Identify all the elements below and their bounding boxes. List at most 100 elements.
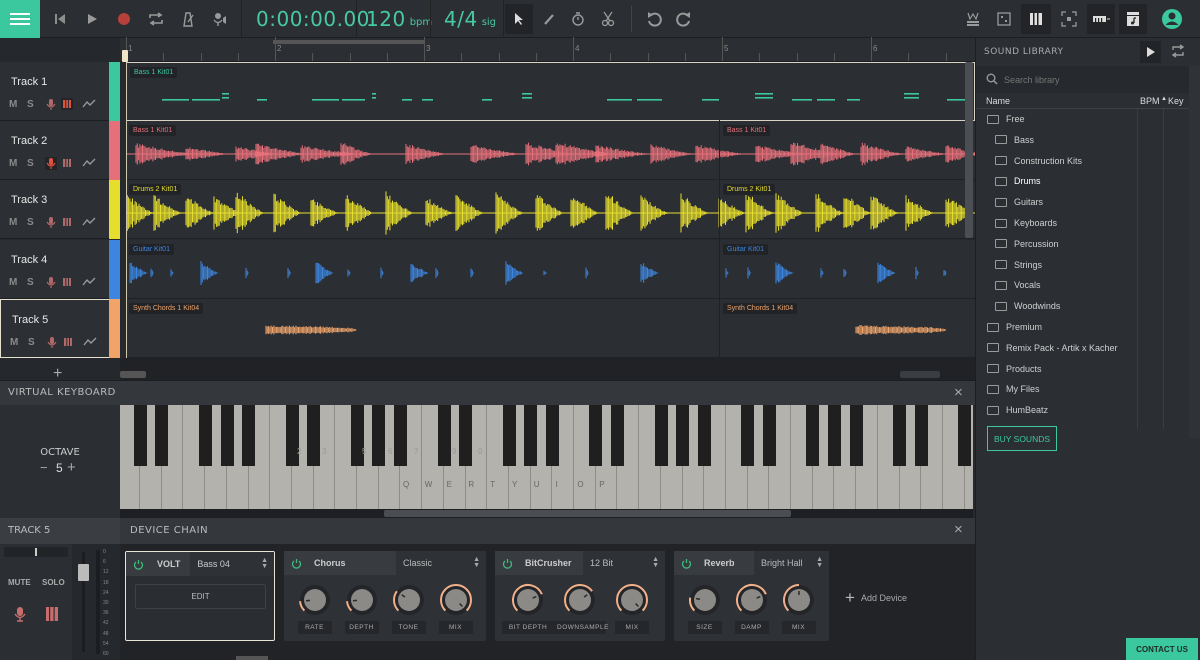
library-folder[interactable]: Bass <box>995 135 1034 145</box>
midi-note[interactable] <box>637 99 662 101</box>
black-key[interactable] <box>285 405 299 466</box>
time-signature-display[interactable]: 4/4 sig <box>430 0 504 38</box>
library-preview-play-button[interactable] <box>1140 41 1161 63</box>
clip-label[interactable]: Drums 2 Kit01 <box>723 184 776 196</box>
midi-note[interactable] <box>522 97 532 99</box>
midi-note[interactable] <box>402 99 412 101</box>
midi-note[interactable] <box>904 93 919 95</box>
knob-dial[interactable] <box>563 583 597 617</box>
column-key[interactable]: Key <box>1168 96 1184 106</box>
column-bpm[interactable]: BPM <box>1140 96 1160 106</box>
fx-button[interactable] <box>1058 8 1080 30</box>
sound-library-button[interactable] <box>1119 4 1147 34</box>
knob-mix[interactable] <box>439 583 473 617</box>
horizontal-scrollbar[interactable] <box>120 371 146 378</box>
midi-note[interactable] <box>372 97 376 99</box>
track-header[interactable]: Track 3 MS <box>0 180 120 240</box>
edit-instrument-button[interactable]: EDIT <box>135 584 266 609</box>
library-folder[interactable]: Construction Kits <box>995 156 1082 166</box>
close-device-chain-button[interactable]: × <box>954 521 963 538</box>
black-key[interactable] <box>676 405 690 466</box>
library-folder[interactable]: Remix Pack - Artik x Kacher <box>987 343 1118 353</box>
keyboard-scrollbar[interactable] <box>384 510 791 517</box>
track-solo-button[interactable]: S <box>27 217 34 228</box>
track-solo-button[interactable]: S <box>27 158 34 169</box>
knob-dial[interactable] <box>511 583 545 617</box>
library-search-input[interactable] <box>1004 72 1184 87</box>
black-key[interactable] <box>437 405 451 466</box>
knob-size[interactable] <box>688 583 722 617</box>
clip-label[interactable]: Bass 1 Kit01 <box>723 125 771 137</box>
library-scrollbar[interactable] <box>1189 66 1200 438</box>
knob-dial[interactable] <box>298 583 332 617</box>
black-key[interactable] <box>763 405 776 466</box>
playhead-handle[interactable] <box>122 50 128 62</box>
automation-icon[interactable] <box>82 217 96 227</box>
track-header[interactable]: Track 5 MS <box>0 298 120 358</box>
menu-button[interactable] <box>0 0 40 38</box>
library-folder[interactable]: Free <box>987 114 1025 124</box>
library-folder[interactable]: HumBeatz <box>987 405 1048 415</box>
instrument-rack-button[interactable] <box>1087 4 1115 34</box>
midi-note[interactable] <box>162 99 189 101</box>
input-monitor-button[interactable] <box>209 8 231 30</box>
automation-icon[interactable] <box>82 99 96 109</box>
track-header[interactable]: Track 2 MS <box>0 121 120 181</box>
automation-icon[interactable] <box>82 158 96 168</box>
library-folder[interactable]: Keyboards <box>995 218 1057 228</box>
library-folder[interactable]: Percussion <box>995 239 1059 249</box>
midi-note[interactable] <box>312 99 339 101</box>
clip-label[interactable]: Drums 2 Kit01 <box>129 184 182 196</box>
preset-select[interactable]: Bass 04 ▲ ▼ <box>190 552 274 576</box>
black-key[interactable] <box>849 405 863 466</box>
octave-up-button[interactable]: + <box>67 459 76 476</box>
mixer-button[interactable] <box>962 8 984 30</box>
knob-dial[interactable] <box>735 583 769 617</box>
power-icon[interactable] <box>502 558 513 569</box>
black-key[interactable] <box>524 405 538 466</box>
pan-slider[interactable] <box>4 547 68 557</box>
black-key[interactable] <box>372 405 386 466</box>
tempo-display[interactable]: 120 bpm <box>356 0 432 38</box>
record-button[interactable] <box>113 8 135 30</box>
midi-input-icon[interactable] <box>61 216 73 228</box>
library-folder[interactable]: Woodwinds <box>995 301 1060 311</box>
track-solo-button[interactable]: S <box>27 99 34 110</box>
midi-input-icon[interactable] <box>46 607 58 621</box>
midi-note[interactable] <box>522 93 532 95</box>
record-arm-icon[interactable] <box>46 336 58 349</box>
black-key[interactable] <box>394 405 408 466</box>
black-key[interactable] <box>155 405 169 466</box>
clip-label[interactable]: Synth Chords 1 Kit04 <box>129 302 204 314</box>
library-search[interactable] <box>976 66 1200 93</box>
midi-note[interactable] <box>482 99 492 101</box>
track-mute-button[interactable]: M <box>9 277 17 288</box>
library-folder[interactable]: Strings <box>995 260 1042 270</box>
track-mute-button[interactable]: M <box>9 158 17 169</box>
knob-dial[interactable] <box>782 583 816 617</box>
midi-note[interactable] <box>792 99 812 101</box>
midi-note[interactable] <box>372 93 376 95</box>
power-icon[interactable] <box>133 559 144 570</box>
volume-fader-handle[interactable] <box>78 564 89 581</box>
add-device-button[interactable]: + Add Device <box>845 588 907 608</box>
midi-note[interactable] <box>192 99 220 101</box>
midi-input-icon[interactable] <box>61 157 73 169</box>
track-name[interactable]: Track 1 <box>11 76 47 88</box>
black-key[interactable] <box>806 405 820 466</box>
record-arm-icon[interactable] <box>45 157 57 171</box>
black-key[interactable] <box>307 405 321 466</box>
knob-dial[interactable] <box>392 583 426 617</box>
undo-button[interactable] <box>643 8 665 30</box>
black-key[interactable] <box>459 405 473 466</box>
track-header[interactable]: Track 1 MS <box>0 62 120 121</box>
knob-dial[interactable] <box>688 583 722 617</box>
device-chain-scrollbar[interactable] <box>236 656 268 660</box>
knob-bit-depth[interactable] <box>511 583 545 617</box>
midi-note[interactable] <box>755 97 773 99</box>
redo-button[interactable] <box>673 8 695 30</box>
preset-select[interactable]: Bright Hall ▲ ▼ <box>754 551 829 575</box>
track-name[interactable]: Track 5 <box>12 314 48 326</box>
skip-to-start-button[interactable] <box>49 8 71 30</box>
column-name[interactable]: Name <box>986 96 1010 106</box>
